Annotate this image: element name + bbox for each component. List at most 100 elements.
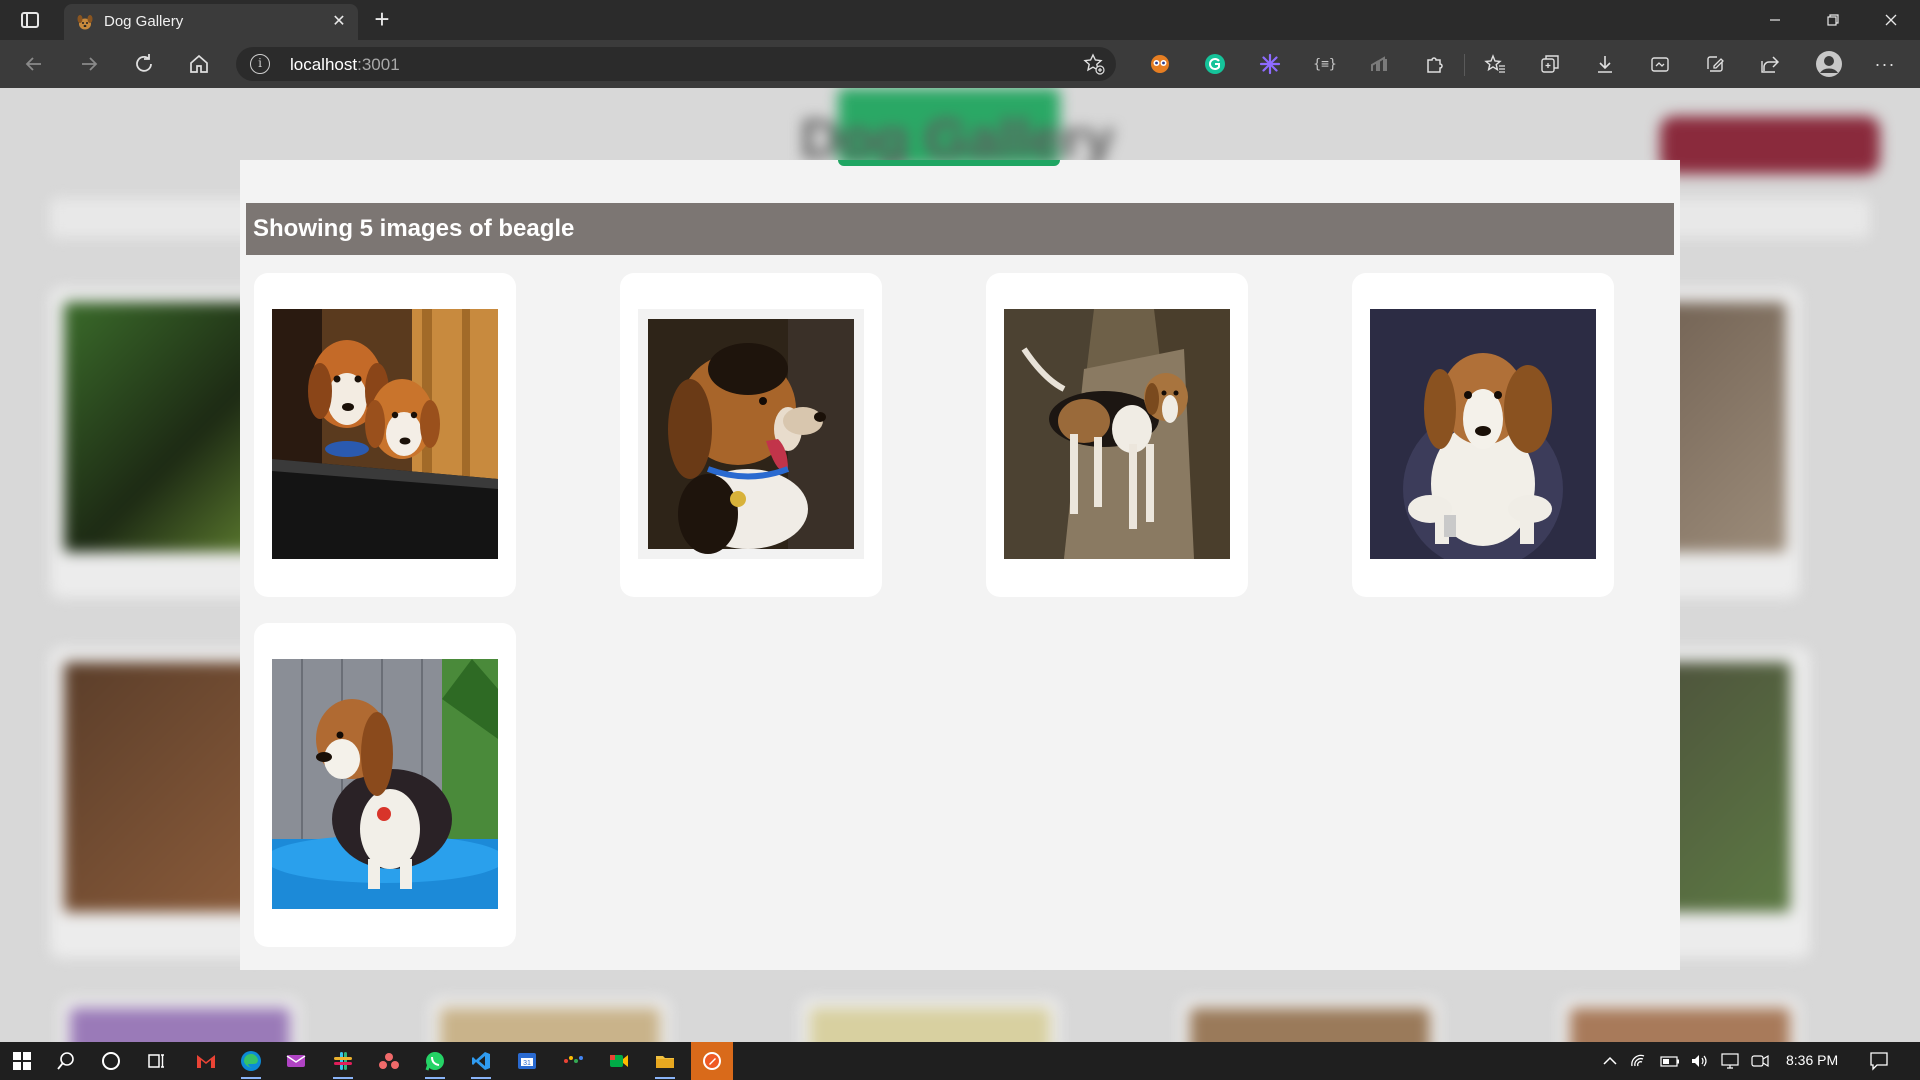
gmail-icon xyxy=(197,1055,215,1068)
battery-icon xyxy=(1660,1056,1679,1067)
extension-json-button[interactable]: {≡} xyxy=(1312,51,1338,77)
windows-taskbar: 31 8:36 PM xyxy=(0,1042,1920,1080)
asana-taskbar-button[interactable] xyxy=(371,1047,407,1075)
svg-text:31: 31 xyxy=(523,1060,531,1067)
screenshot-button[interactable] xyxy=(1647,51,1673,77)
postman-icon xyxy=(703,1052,721,1070)
wifi-icon xyxy=(1631,1054,1645,1067)
speaker-icon xyxy=(1692,1055,1707,1067)
browser-tab-dog-gallery[interactable]: Dog Gallery ✕ xyxy=(64,4,358,40)
battery-tray-icon[interactable] xyxy=(1660,1051,1680,1071)
minimize-button[interactable] xyxy=(1748,0,1802,40)
slack-icon xyxy=(334,1052,352,1070)
settings-more-button[interactable]: ··· xyxy=(1872,51,1898,77)
refresh-button[interactable] xyxy=(128,48,160,80)
postman-taskbar-button[interactable] xyxy=(691,1042,733,1080)
mail-icon xyxy=(286,1055,306,1067)
meet-icon xyxy=(610,1055,628,1067)
restore-button[interactable] xyxy=(1806,0,1860,40)
beagle-photo-5[interactable] xyxy=(272,659,498,909)
folder-icon xyxy=(656,1056,674,1068)
star-add-icon xyxy=(1083,53,1105,75)
meet-now-tray-icon[interactable] xyxy=(1750,1051,1770,1071)
pen-capture-icon xyxy=(1707,56,1724,72)
extension-sparkle-button[interactable] xyxy=(1257,51,1283,77)
site-info-icon[interactable]: i xyxy=(250,54,270,74)
breed-results-modal: Showing 5 images of beagle xyxy=(240,160,1680,970)
forward-arrow-icon xyxy=(82,57,98,71)
background-card xyxy=(1560,998,1800,1042)
whatsapp-icon xyxy=(425,1052,444,1071)
dog-image-card[interactable] xyxy=(254,623,516,947)
add-favorite-button[interactable] xyxy=(1082,53,1106,75)
share-button[interactable] xyxy=(1757,51,1783,77)
slack-taskbar-button[interactable] xyxy=(325,1047,361,1079)
search-button[interactable] xyxy=(48,1047,84,1075)
tab-close-icon[interactable]: ✕ xyxy=(328,11,350,33)
puzzle-icon xyxy=(1427,57,1443,73)
chevron-up-icon xyxy=(1603,1056,1617,1065)
monitor-icon xyxy=(1721,1053,1739,1069)
back-button[interactable] xyxy=(18,48,50,80)
dog-image-card[interactable] xyxy=(254,273,516,597)
cortana-button[interactable] xyxy=(93,1047,129,1075)
sparkle-extension-icon xyxy=(1259,53,1281,75)
collections-button[interactable] xyxy=(1537,51,1563,77)
vscode-taskbar-button[interactable] xyxy=(463,1047,499,1079)
forward-button[interactable] xyxy=(73,48,105,80)
notifications-button[interactable] xyxy=(1868,1050,1890,1072)
cortana-circle-icon xyxy=(102,1052,120,1070)
file-explorer-taskbar-button[interactable] xyxy=(647,1047,683,1079)
json-extension-icon: {≡} xyxy=(1313,56,1337,72)
download-icon xyxy=(1598,56,1612,73)
task-view-icon xyxy=(148,1054,164,1068)
mail-taskbar-button[interactable] xyxy=(278,1047,314,1075)
address-bar[interactable]: i localhost:3001 xyxy=(236,47,1116,81)
task-view-button[interactable] xyxy=(138,1047,174,1075)
profile-button[interactable] xyxy=(1814,49,1844,79)
beagle-photo-2[interactable] xyxy=(638,309,864,559)
display-tray-icon[interactable] xyxy=(1720,1051,1740,1071)
show-hidden-icons-button[interactable] xyxy=(1600,1051,1620,1071)
gmail-taskbar-button[interactable] xyxy=(188,1047,224,1075)
favorites-button[interactable] xyxy=(1482,51,1508,77)
beagle-photo-4[interactable] xyxy=(1370,309,1596,559)
new-tab-button[interactable]: + xyxy=(368,6,396,34)
home-button[interactable] xyxy=(183,48,215,80)
beagle-photo-3[interactable] xyxy=(1004,309,1230,559)
calendar-taskbar-button[interactable]: 31 xyxy=(509,1047,545,1075)
dog-image-card[interactable] xyxy=(620,273,882,597)
back-arrow-icon xyxy=(25,57,41,71)
results-count-text: Showing 5 images of beagle xyxy=(253,215,575,242)
volume-tray-icon[interactable] xyxy=(1690,1051,1710,1071)
close-window-button[interactable] xyxy=(1864,0,1918,40)
extensions-button[interactable] xyxy=(1422,51,1448,77)
url-host: localhost xyxy=(290,55,358,74)
taskbar-clock[interactable]: 8:36 PM xyxy=(1786,1052,1838,1068)
tab-actions-menu-button[interactable] xyxy=(18,9,42,31)
extension-eyes-button[interactable] xyxy=(1147,51,1173,77)
network-tray-icon[interactable] xyxy=(1630,1051,1650,1071)
grammarly-button[interactable] xyxy=(1202,51,1228,77)
web-capture-button[interactable] xyxy=(1702,51,1728,77)
vscode-icon xyxy=(472,1052,490,1070)
start-button[interactable] xyxy=(4,1047,40,1075)
avatar-icon xyxy=(1816,51,1842,77)
browser-toolbar: i localhost:3001 {≡} ··· xyxy=(0,40,1920,88)
minimize-icon xyxy=(1770,19,1780,21)
beagle-photo-1[interactable] xyxy=(272,309,498,559)
extension-chart-button[interactable] xyxy=(1367,51,1393,77)
meet-taskbar-button[interactable] xyxy=(601,1047,637,1075)
whatsapp-taskbar-button[interactable] xyxy=(417,1047,453,1079)
windows-logo-icon xyxy=(13,1052,31,1070)
downloads-button[interactable] xyxy=(1592,51,1618,77)
tab-title: Dog Gallery xyxy=(104,13,184,30)
edge-taskbar-button[interactable] xyxy=(233,1047,269,1079)
dog-image-card[interactable] xyxy=(986,273,1248,597)
background-card xyxy=(430,998,670,1042)
dog-favicon-icon xyxy=(76,13,94,31)
refresh-icon xyxy=(136,54,152,72)
toolbar-divider xyxy=(1464,54,1465,76)
dog-image-card[interactable] xyxy=(1352,273,1614,597)
photos-app-taskbar-button[interactable] xyxy=(555,1047,591,1075)
